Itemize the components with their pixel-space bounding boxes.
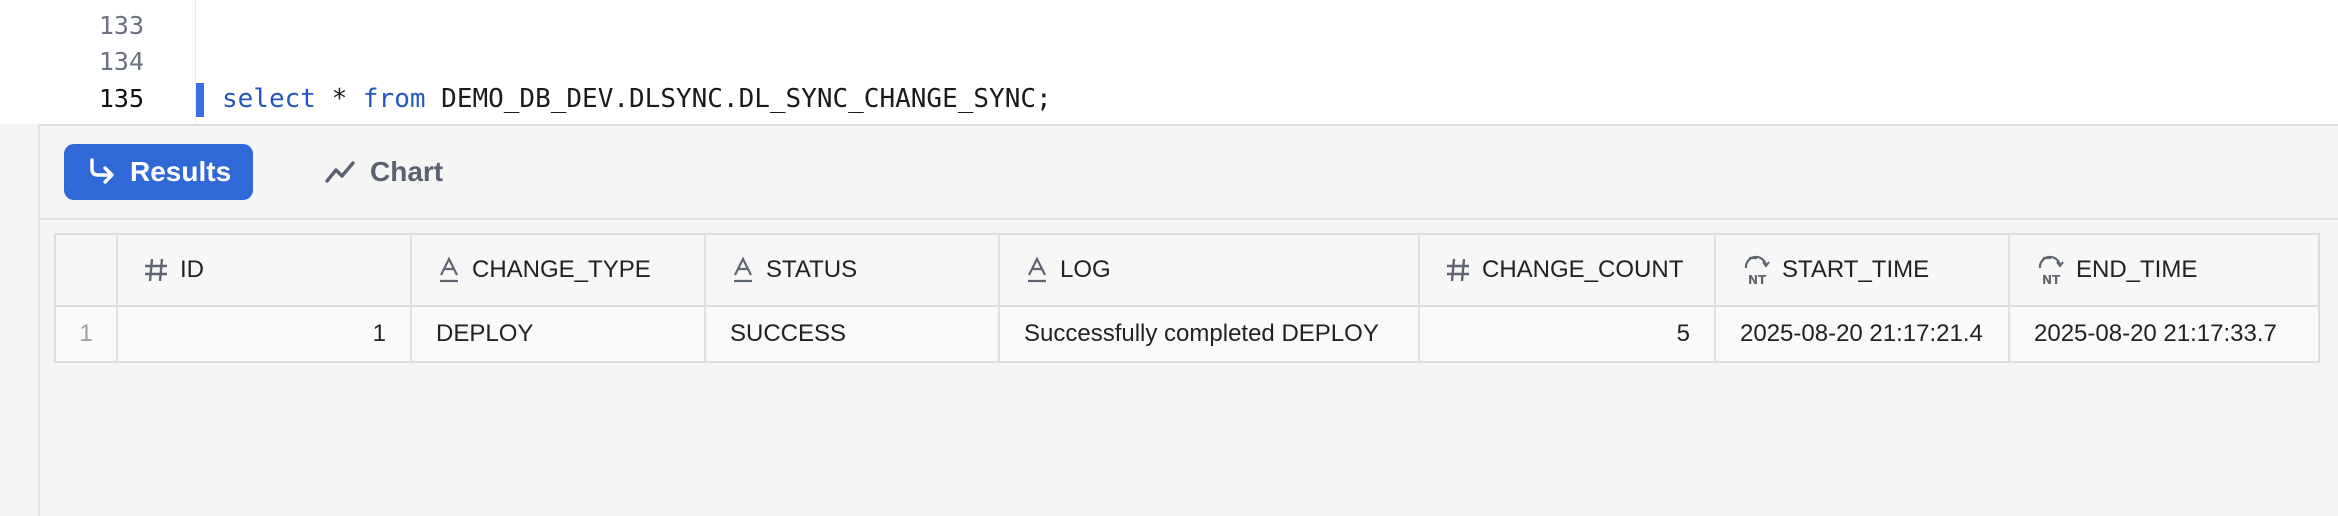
column-header-status[interactable]: STATUS bbox=[706, 235, 1000, 305]
code-line-active[interactable]: 135 select * from DEMO_DB_DEV.DLSYNC.DL_… bbox=[0, 81, 2338, 117]
column-label: CHANGE_TYPE bbox=[472, 256, 651, 283]
row-number: 1 bbox=[56, 307, 118, 361]
cell-log[interactable]: Successfully completed DEPLOY bbox=[1000, 307, 1420, 361]
code-line[interactable]: 134 bbox=[0, 44, 2338, 80]
column-label: STATUS bbox=[766, 256, 858, 283]
number-icon bbox=[1444, 256, 1472, 284]
return-arrow-icon bbox=[86, 157, 116, 187]
left-panel-edge bbox=[0, 124, 40, 516]
column-label: LOG bbox=[1060, 256, 1111, 283]
number-icon bbox=[142, 256, 170, 284]
svg-text:NT: NT bbox=[1748, 273, 1767, 286]
tab-results[interactable]: Results bbox=[64, 144, 254, 200]
line-number: 134 bbox=[98, 47, 144, 76]
code-text: * bbox=[315, 84, 363, 114]
text-icon bbox=[730, 256, 756, 284]
timestamp-ntz-icon: NT bbox=[2034, 254, 2066, 286]
column-header-log[interactable]: LOG bbox=[1000, 235, 1420, 305]
line-number: 133 bbox=[98, 11, 144, 40]
cell-start-time[interactable]: 2025-08-20 21:17:21.4 bbox=[1716, 307, 2010, 361]
column-header-id[interactable]: ID bbox=[118, 235, 412, 305]
keyword-from: from bbox=[362, 84, 426, 114]
table-header-row: ID CHANGE_TYPE STATUS LOG CHANGE_COUNT N… bbox=[56, 235, 2318, 307]
cell-status[interactable]: SUCCESS bbox=[706, 307, 1000, 361]
svg-text:NT: NT bbox=[2042, 273, 2061, 286]
tab-chart-label: Chart bbox=[370, 156, 444, 187]
text-icon bbox=[436, 256, 462, 284]
column-header-start-time[interactable]: NT START_TIME bbox=[1716, 235, 2010, 305]
cell-change-count[interactable]: 5 bbox=[1420, 307, 1716, 361]
results-toolbar: Results Chart bbox=[40, 126, 2338, 220]
cell-id[interactable]: 1 bbox=[118, 307, 412, 361]
line-number: 135 bbox=[98, 84, 144, 113]
active-line-marker bbox=[196, 83, 204, 117]
tab-chart[interactable]: Chart bbox=[302, 144, 465, 200]
table-row[interactable]: 1 1 DEPLOY SUCCESS Successfully complete… bbox=[56, 307, 2318, 361]
line-chart-icon bbox=[324, 157, 356, 187]
column-label: START_TIME bbox=[1782, 256, 1930, 283]
column-label: ID bbox=[180, 256, 204, 283]
text-icon bbox=[1024, 256, 1050, 284]
column-header-change-count[interactable]: CHANGE_COUNT bbox=[1420, 235, 1716, 305]
column-label: CHANGE_COUNT bbox=[1482, 256, 1684, 283]
sql-statement[interactable]: select * from DEMO_DB_DEV.DLSYNC.DL_SYNC… bbox=[222, 81, 1052, 117]
row-number-header bbox=[56, 235, 118, 305]
column-label: END_TIME bbox=[2076, 256, 2198, 283]
keyword-select: select bbox=[222, 84, 316, 114]
cell-change-type[interactable]: DEPLOY bbox=[412, 307, 706, 361]
sql-editor[interactable]: 133 134 135 select * from DEMO_DB_DEV.DL… bbox=[0, 0, 2338, 126]
tab-results-label: Results bbox=[130, 156, 232, 187]
code-text: DEMO_DB_DEV.DLSYNC.DL_SYNC_CHANGE_SYNC; bbox=[425, 84, 1052, 114]
column-header-end-time[interactable]: NT END_TIME bbox=[2010, 235, 2318, 305]
code-line[interactable]: 133 bbox=[0, 8, 2338, 44]
timestamp-ntz-icon: NT bbox=[1740, 254, 1772, 286]
cell-end-time[interactable]: 2025-08-20 21:17:33.7 bbox=[2010, 307, 2318, 361]
column-header-change-type[interactable]: CHANGE_TYPE bbox=[412, 235, 706, 305]
results-table: ID CHANGE_TYPE STATUS LOG CHANGE_COUNT N… bbox=[54, 233, 2320, 363]
